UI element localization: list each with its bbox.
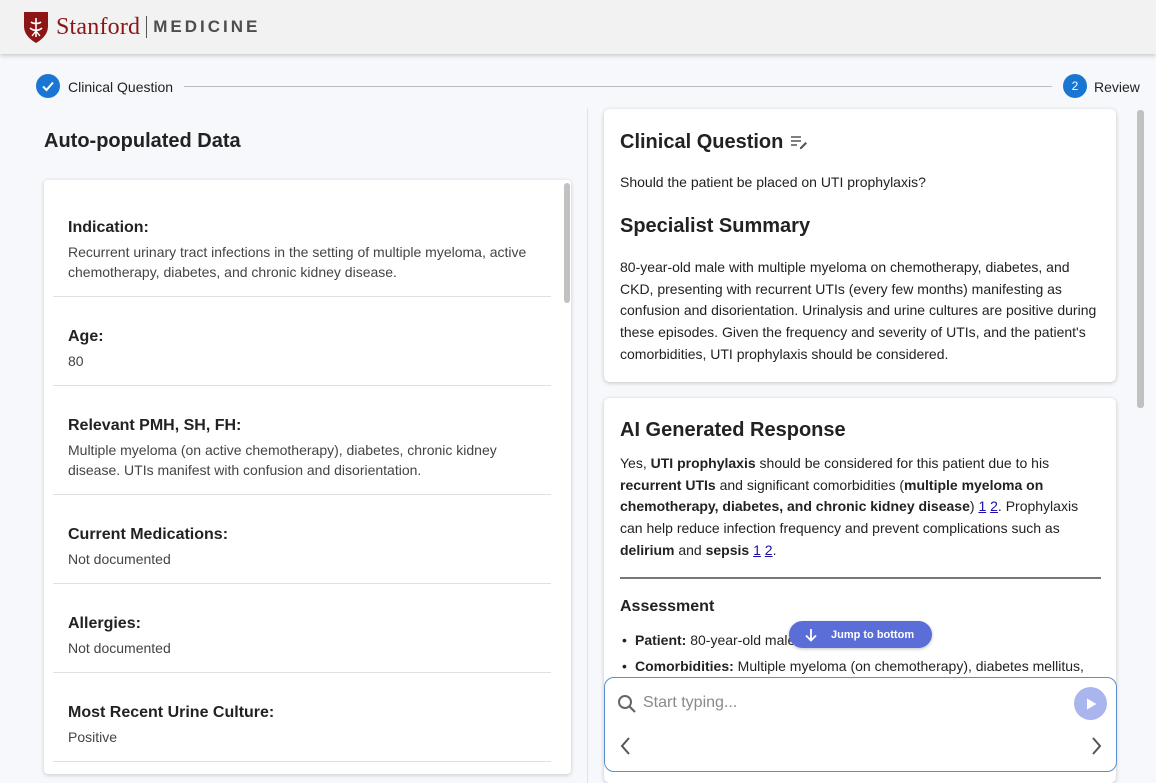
citation-link-2[interactable]: 2 [765, 542, 773, 558]
text: Yes, [620, 455, 651, 471]
item-text: Multiple myeloma (on chemotherapy), diab… [733, 658, 1084, 674]
emphasis: delirium [620, 541, 675, 558]
list-item: Comorbidities: Multiple myeloma (on chem… [620, 653, 1104, 679]
edit-note-icon[interactable] [790, 135, 808, 149]
search-icon [618, 695, 636, 713]
auto-populated-title: Auto-populated Data [44, 130, 241, 152]
field-label: Age: [68, 328, 104, 345]
text: . [772, 541, 777, 558]
field-value: Not documented [68, 640, 171, 656]
clinical-question-title: Clinical Question [620, 131, 784, 153]
chevron-right-icon[interactable] [1087, 735, 1105, 757]
step-connector [184, 86, 1052, 87]
assessment-title: Assessment [620, 598, 715, 615]
clinical-question-text: Should the patient be placed on UTI prop… [620, 174, 926, 190]
field-label: Relevant PMH, SH, FH: [68, 417, 242, 434]
composer [604, 677, 1117, 772]
chevron-left-icon[interactable] [617, 735, 635, 757]
auto-populated-card: Indication: Recurrent urinary tract infe… [44, 180, 571, 774]
text: and [674, 541, 706, 558]
step-1-label[interactable]: Clinical Question [68, 79, 173, 95]
field-value: Positive [68, 729, 118, 745]
ai-response-paragraph: Yes, UTI prophylaxis should be considere… [620, 453, 1100, 562]
citation-link-2[interactable]: 2 [990, 498, 998, 514]
step-2-label[interactable]: Review [1094, 79, 1140, 95]
text: should be considered for this patient du… [755, 455, 1050, 471]
message-input[interactable] [643, 690, 1063, 716]
jump-to-bottom-button[interactable]: Jump to bottom [789, 621, 932, 648]
step-1-complete-indicator[interactable] [36, 74, 60, 98]
field-label: Indication: [68, 219, 149, 236]
specialist-summary-text: 80-year-old male with multiple myeloma o… [620, 259, 1097, 362]
field-label: Allergies: [68, 615, 141, 632]
arrow-down-icon [805, 628, 817, 642]
field-value: Recurrent urinary tract infections in th… [68, 244, 527, 280]
text: and significant comorbidities ( [715, 476, 905, 493]
item-label: Patient: [635, 632, 687, 648]
stanford-shield-icon [24, 12, 48, 43]
stepper: Clinical Question 2 Review [36, 74, 1140, 98]
field-value: 80 [68, 353, 84, 369]
field-current-medications: Current Medications: Not documented [53, 495, 551, 584]
field-allergies: Allergies: Not documented [53, 584, 551, 673]
field-age: Age: 80 [53, 297, 551, 386]
app-header: Stanford MEDICINE [0, 0, 1156, 54]
emphasis: sepsis [705, 541, 750, 558]
field-urine-culture: Most Recent Urine Culture: Positive [53, 673, 551, 762]
emphasis: recurrent UTIs [620, 476, 716, 493]
brand-secondary: MEDICINE [153, 17, 261, 36]
field-value: Not documented [68, 551, 171, 567]
brand-primary: Stanford [56, 13, 141, 40]
auto-populated-list[interactable]: Indication: Recurrent urinary tract infe… [44, 180, 571, 774]
section-divider [620, 577, 1101, 579]
brand-separator [146, 16, 148, 38]
ai-response-title: AI Generated Response [620, 419, 846, 441]
emphasis: UTI prophylaxis [650, 455, 756, 471]
field-label: Current Medications: [68, 526, 229, 543]
item-label: Comorbidities: [635, 658, 734, 674]
field-value: Multiple myeloma (on active chemotherapy… [68, 442, 497, 478]
citation-link-1[interactable]: 1 [978, 498, 986, 514]
right-scrollbar-thumb[interactable] [1137, 110, 1144, 408]
field-indication: Indication: Recurrent urinary tract infe… [53, 180, 551, 297]
item-text: 80-year-old male [686, 632, 796, 648]
field-relevant-history: Relevant PMH, SH, FH: Multiple myeloma (… [53, 386, 551, 495]
specialist-summary-title: Specialist Summary [620, 215, 811, 237]
stanford-medicine-logo[interactable]: Stanford MEDICINE [22, 10, 260, 44]
clinical-question-card: Clinical Question Should the patient be … [604, 109, 1116, 382]
send-icon [1086, 698, 1096, 709]
step-2-indicator[interactable]: 2 [1063, 74, 1087, 98]
jump-to-bottom-label: Jump to bottom [831, 628, 915, 641]
panel-divider [587, 108, 588, 783]
citation-link-1[interactable]: 1 [753, 542, 761, 558]
field-label: Most Recent Urine Culture: [68, 704, 275, 721]
send-button[interactable] [1074, 687, 1107, 720]
left-scrollbar-thumb[interactable] [564, 183, 570, 303]
check-icon [42, 81, 54, 92]
